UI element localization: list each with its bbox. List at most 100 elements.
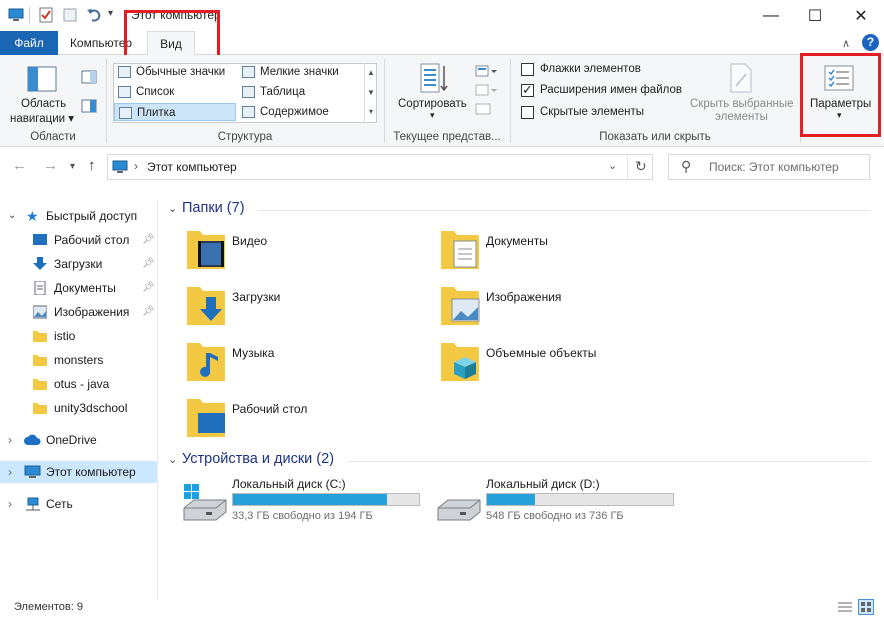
pin-icon[interactable]: 📌︎ bbox=[142, 301, 155, 323]
layout-list[interactable]: Список bbox=[114, 83, 236, 101]
navigation-pane-label-2[interactable]: навигации ▾ bbox=[10, 111, 74, 125]
up-arrow-icon[interactable]: ↑ bbox=[88, 157, 96, 174]
pin-icon[interactable]: 📌︎ bbox=[142, 277, 155, 299]
computer-icon[interactable] bbox=[8, 7, 24, 23]
section-header-folders[interactable]: Папки (7) bbox=[182, 200, 245, 216]
properties-icon[interactable] bbox=[38, 7, 54, 23]
details-view-icon[interactable] bbox=[838, 601, 852, 613]
disk-usage-bar bbox=[232, 493, 420, 506]
pin-icon[interactable]: 📌︎ bbox=[142, 253, 155, 275]
pictures-icon bbox=[33, 305, 47, 319]
chevron-down-icon[interactable]: ⌄ bbox=[168, 453, 177, 466]
section-header-devices[interactable]: Устройства и диски (2) bbox=[182, 451, 334, 467]
small-icons-icon bbox=[242, 66, 255, 78]
tab-file[interactable]: Файл bbox=[0, 31, 58, 55]
group-by-icon[interactable] bbox=[475, 64, 497, 78]
sort-icon[interactable] bbox=[419, 62, 449, 94]
scroll-down-icon[interactable]: ▼ bbox=[365, 83, 377, 103]
address-dropdown-icon[interactable]: ⌄ bbox=[608, 159, 617, 172]
item-checkboxes-label[interactable]: Флажки элементов bbox=[540, 63, 641, 75]
sort-dropdown-icon[interactable]: ▾ bbox=[430, 110, 435, 121]
close-button[interactable]: ✕ bbox=[838, 0, 884, 31]
sidebar-item-downloads[interactable]: Загрузки 📌︎ bbox=[0, 253, 157, 275]
hidden-items-checkbox[interactable] bbox=[521, 106, 534, 119]
sidebar-item-documents[interactable]: Документы 📌︎ bbox=[0, 277, 157, 299]
sidebar-item-istio[interactable]: istio bbox=[0, 325, 157, 347]
hide-selected-button: Скрыть выбранные bbox=[690, 98, 794, 110]
layout-scroll[interactable]: ▲ ▼ ▾ bbox=[364, 63, 377, 123]
sort-button[interactable]: Сортировать bbox=[398, 98, 467, 110]
search-box[interactable]: ⚲ Поиск: Этот компьютер bbox=[668, 154, 870, 180]
section-divider bbox=[348, 461, 870, 462]
breadcrumb[interactable]: Этот компьютер bbox=[147, 160, 237, 174]
forward-arrow-icon[interactable]: → bbox=[43, 157, 58, 174]
help-icon[interactable]: ? bbox=[862, 34, 879, 51]
sidebar-item-unity3dschool[interactable]: unity3dschool bbox=[0, 397, 157, 419]
sidebar-item-quick-access[interactable]: ⌄ ★ Быстрый доступ bbox=[0, 205, 157, 227]
hidden-items-label[interactable]: Скрытые элементы bbox=[540, 106, 644, 118]
music-folder-icon bbox=[187, 343, 225, 381]
sidebar-item-onedrive[interactable]: › OneDrive bbox=[0, 429, 157, 451]
large-icons-view-icon[interactable] bbox=[858, 599, 874, 615]
group-label-panes: Области bbox=[30, 131, 76, 143]
section-divider bbox=[258, 210, 870, 211]
group-label-current-view: Текущее представ... bbox=[393, 131, 501, 143]
computer-icon bbox=[112, 160, 128, 173]
disk-usage-fill bbox=[487, 494, 536, 505]
qa-dropdown-icon[interactable]: ▾ bbox=[108, 8, 113, 19]
layout-details[interactable]: Таблица bbox=[238, 83, 362, 101]
back-arrow-icon[interactable]: ← bbox=[12, 157, 27, 174]
sidebar-label: Этот компьютер bbox=[46, 465, 136, 479]
minimize-icon: — bbox=[763, 6, 779, 24]
chevron-right-icon[interactable]: › bbox=[8, 429, 12, 451]
sidebar-label: Рабочий стол bbox=[54, 233, 130, 247]
breadcrumb-separator-icon[interactable]: › bbox=[134, 159, 138, 173]
item-checkboxes-checkbox[interactable] bbox=[521, 63, 534, 76]
sidebar-item-this-pc[interactable]: › Этот компьютер bbox=[0, 461, 157, 483]
scroll-up-icon[interactable]: ▲ bbox=[365, 63, 377, 83]
sidebar-item-desktop[interactable]: Рабочий стол 📌︎ bbox=[0, 229, 157, 251]
layout-tiles[interactable]: Плитка bbox=[114, 103, 236, 121]
sidebar-item-monsters[interactable]: monsters bbox=[0, 349, 157, 371]
preview-pane-icon[interactable] bbox=[81, 70, 97, 84]
new-folder-icon[interactable] bbox=[62, 7, 78, 23]
layout-content[interactable]: Содержимое bbox=[238, 103, 362, 121]
chevron-down-icon[interactable]: ⌄ bbox=[168, 202, 177, 215]
navigation-pane-icon[interactable] bbox=[27, 66, 57, 92]
chevron-right-icon[interactable]: › bbox=[8, 461, 12, 483]
sidebar-label: monsters bbox=[54, 353, 104, 367]
cloud-icon bbox=[24, 434, 41, 445]
recent-locations-icon[interactable]: ▾ bbox=[70, 161, 75, 172]
address-bar[interactable]: › Этот компьютер ⌄ ↻ bbox=[107, 154, 653, 180]
sidebar-label: Сеть bbox=[46, 497, 73, 511]
pin-icon[interactable]: 📌︎ bbox=[142, 229, 155, 251]
sidebar-item-otus-java[interactable]: otus - java bbox=[0, 373, 157, 395]
file-extensions-label[interactable]: Расширения имен файлов bbox=[540, 84, 682, 96]
tiles-icon bbox=[119, 107, 132, 119]
layout-small-icons[interactable]: Мелкие значки bbox=[238, 63, 362, 81]
computer-icon bbox=[24, 465, 41, 478]
sidebar-item-pictures[interactable]: Изображения 📌︎ bbox=[0, 301, 157, 323]
chevron-right-icon[interactable]: › bbox=[8, 493, 12, 515]
search-input[interactable]: Поиск: Этот компьютер bbox=[709, 160, 839, 174]
sidebar-label: Изображения bbox=[54, 305, 130, 319]
folder-label: Документы bbox=[486, 234, 548, 248]
layout-large-icons[interactable]: Обычные значки bbox=[114, 63, 236, 81]
collapse-ribbon-icon[interactable]: ∧ bbox=[842, 37, 850, 50]
group-label-show-hide: Показать или скрыть bbox=[599, 131, 711, 143]
disk-usage-bar bbox=[486, 493, 674, 506]
maximize-button[interactable]: ☐ bbox=[792, 0, 838, 31]
details-pane-icon[interactable] bbox=[81, 99, 97, 113]
expand-gallery-icon[interactable]: ▾ bbox=[365, 103, 377, 121]
refresh-icon[interactable]: ↻ bbox=[635, 158, 647, 175]
chevron-down-icon[interactable]: ⌄ bbox=[8, 205, 16, 227]
undo-icon[interactable] bbox=[86, 7, 102, 23]
sidebar-label: otus - java bbox=[54, 377, 110, 391]
folder-icon bbox=[33, 331, 47, 342]
navigation-pane-label[interactable]: Область bbox=[21, 98, 66, 110]
file-extensions-checkbox[interactable] bbox=[521, 82, 534, 98]
sidebar-label: Быстрый доступ bbox=[46, 209, 138, 223]
sidebar-item-network[interactable]: › Сеть bbox=[0, 493, 157, 515]
minimize-button[interactable]: — bbox=[748, 0, 794, 31]
folder-label: Музыка bbox=[232, 346, 275, 360]
